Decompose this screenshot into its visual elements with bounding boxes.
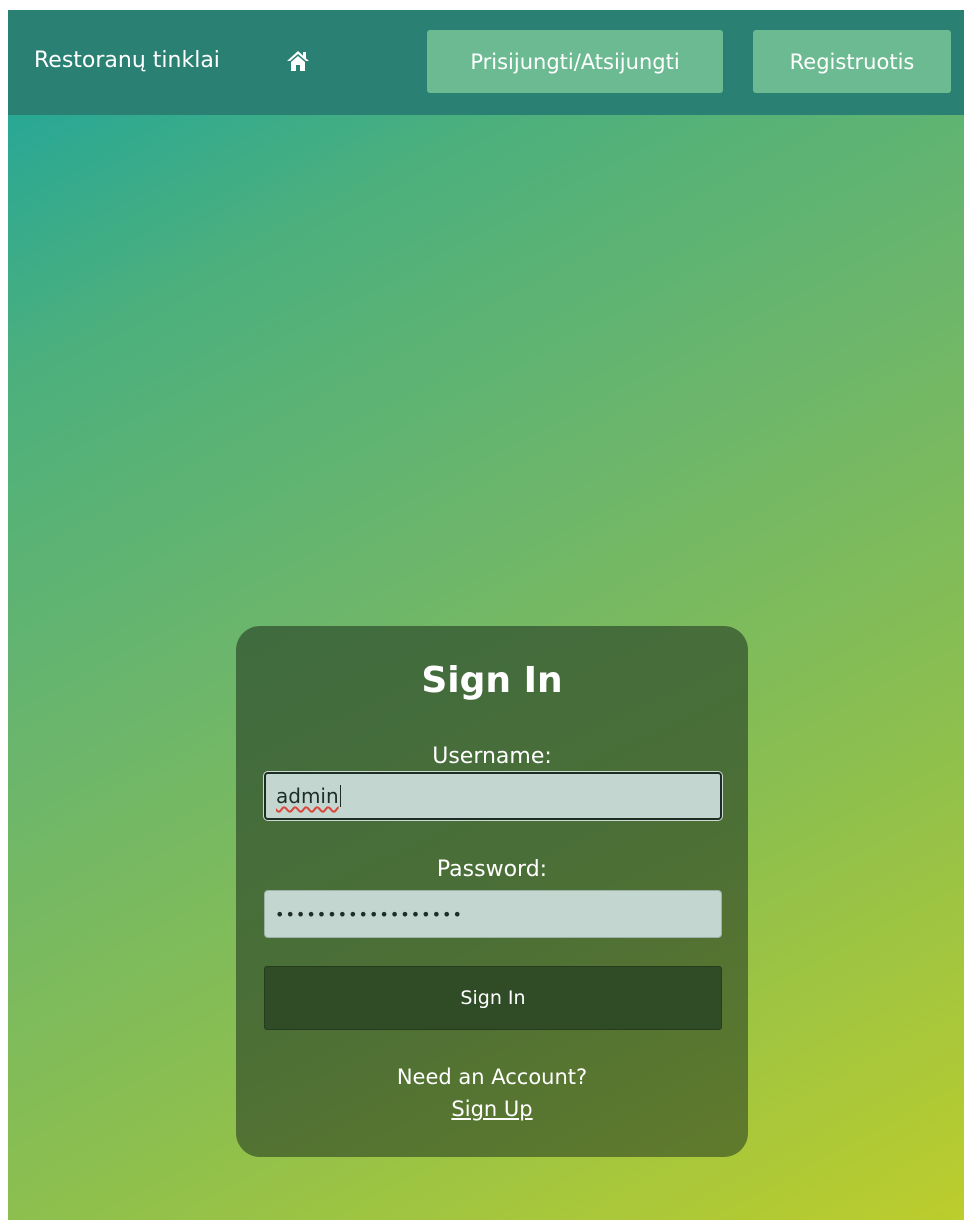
brand-link[interactable]: Restoranų tinklai [34,46,220,76]
signup-link[interactable]: Sign Up [451,1097,532,1121]
home-icon[interactable] [286,50,310,72]
login-logout-button[interactable]: Prisijungti/Atsijungti [427,30,723,93]
password-label: Password: [436,857,548,882]
username-input[interactable]: admin [264,772,722,820]
need-account-text: Need an Account? [396,1065,588,1089]
text-caret [339,785,341,807]
navbar: Restoranų tinklai Prisijungti/Atsijungti… [8,10,964,115]
username-label: Username: [432,744,552,769]
signin-button[interactable]: Sign In [264,966,722,1030]
password-input[interactable]: •••••••••••••••••• [264,890,722,938]
username-value: admin [276,784,339,808]
signup-container: Sign Up [236,1094,748,1124]
home-icon-glyph [287,51,309,71]
register-button[interactable]: Registruotis [753,30,951,93]
password-value: •••••••••••••••••• [275,904,463,924]
signin-title: Sign In [421,660,563,701]
page-background: Restoranų tinklai Prisijungti/Atsijungti… [8,10,964,1220]
